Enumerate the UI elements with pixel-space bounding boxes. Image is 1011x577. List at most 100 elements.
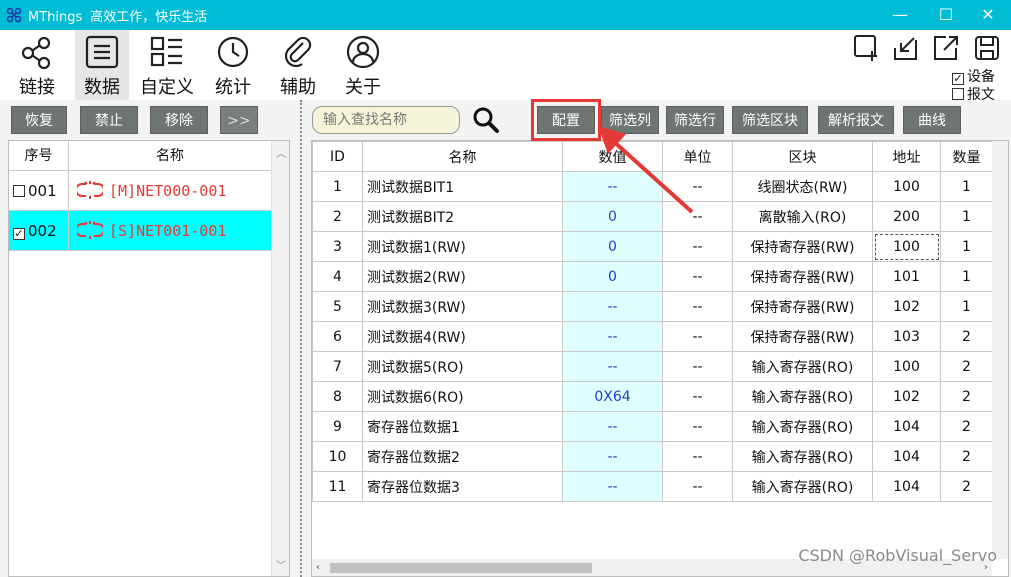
cell-value[interactable]: -- <box>562 441 663 472</box>
cell-block[interactable]: 线圈状态(RW) <box>732 171 873 202</box>
cell-value[interactable]: 0 <box>562 261 663 292</box>
cell-value[interactable]: -- <box>562 411 663 442</box>
scroll-left-icon[interactable]: ‹ <box>316 559 320 576</box>
cell-address[interactable]: 102 <box>872 291 941 322</box>
col-header-id[interactable]: ID <box>312 141 363 172</box>
cell-address[interactable]: 104 <box>872 471 941 502</box>
cell-name[interactable]: 寄存器位数据1 <box>362 411 563 442</box>
cell-unit[interactable]: -- <box>662 231 733 262</box>
cell-value[interactable]: -- <box>562 321 663 352</box>
cell-unit[interactable]: -- <box>662 321 733 352</box>
tab-about[interactable]: 关于 <box>336 30 390 100</box>
table-row[interactable]: 5 测试数据3(RW) -- -- 保持寄存器(RW) 102 1 <box>312 291 993 322</box>
cell-unit[interactable]: -- <box>662 441 733 472</box>
arrow-out-icon[interactable] <box>932 34 960 62</box>
pane-splitter[interactable] <box>300 100 303 577</box>
cell-count[interactable]: 2 <box>940 351 993 382</box>
cell-name[interactable]: 测试数据BIT1 <box>362 171 563 202</box>
cell-block[interactable]: 输入寄存器(RO) <box>732 411 873 442</box>
cell-count[interactable]: 2 <box>940 411 993 442</box>
cell-unit[interactable]: -- <box>662 291 733 322</box>
cell-count[interactable]: 2 <box>940 471 993 502</box>
cell-address[interactable]: 102 <box>872 381 941 412</box>
add-window-icon[interactable] <box>853 34 881 62</box>
cell-id[interactable]: 1 <box>312 171 363 202</box>
cell-count[interactable]: 1 <box>940 201 993 232</box>
hscroll-thumb[interactable] <box>330 563 592 573</box>
col-header-name[interactable]: 名称 <box>362 141 563 172</box>
table-row[interactable]: 8 测试数据6(RO) 0X64 -- 输入寄存器(RO) 102 2 <box>312 381 993 412</box>
cell-id[interactable]: 5 <box>312 291 363 322</box>
cell-block[interactable]: 保持寄存器(RW) <box>732 261 873 292</box>
tab-stats[interactable]: 统计 <box>206 30 260 100</box>
cell-block[interactable]: 保持寄存器(RW) <box>732 231 873 262</box>
cell-block[interactable]: 保持寄存器(RW) <box>732 321 873 352</box>
tab-assist[interactable]: 辅助 <box>271 30 325 100</box>
cell-name[interactable]: 测试数据5(RO) <box>362 351 563 382</box>
cell-count[interactable]: 2 <box>940 441 993 472</box>
device-row-checkbox[interactable] <box>13 185 25 197</box>
cell-name[interactable]: 测试数据1(RW) <box>362 231 563 262</box>
cell-name[interactable]: 测试数据6(RO) <box>362 381 563 412</box>
cell-unit[interactable]: -- <box>662 351 733 382</box>
table-row[interactable]: 3 测试数据1(RW) 0 -- 保持寄存器(RW) 100 1 <box>312 231 993 262</box>
col-header-count[interactable]: 数量 <box>940 141 993 172</box>
cell-id[interactable]: 2 <box>312 201 363 232</box>
cell-block[interactable]: 输入寄存器(RO) <box>732 381 873 412</box>
cell-address[interactable]: 100 <box>872 231 941 262</box>
arrow-in-icon[interactable] <box>892 34 920 62</box>
search-icon[interactable] <box>472 106 500 134</box>
cell-address[interactable]: 104 <box>872 411 941 442</box>
table-row[interactable]: 6 测试数据4(RW) -- -- 保持寄存器(RW) 103 2 <box>312 321 993 352</box>
cell-address[interactable]: 103 <box>872 321 941 352</box>
search-input[interactable]: 输入查找名称 <box>312 106 460 134</box>
cell-unit[interactable]: -- <box>662 411 733 442</box>
cell-name[interactable]: 测试数据2(RW) <box>362 261 563 292</box>
cell-count[interactable]: 1 <box>940 291 993 322</box>
tab-custom[interactable]: 自定义 <box>140 30 194 100</box>
cell-name[interactable]: 寄存器位数据3 <box>362 471 563 502</box>
maximize-button[interactable]: ☐ <box>923 0 969 30</box>
cell-count[interactable]: 2 <box>940 321 993 352</box>
cell-count[interactable]: 1 <box>940 231 993 262</box>
cell-value[interactable]: -- <box>562 351 663 382</box>
cell-name[interactable]: 测试数据3(RW) <box>362 291 563 322</box>
scroll-down-icon[interactable]: ﹀ <box>272 557 290 572</box>
device-row[interactable]: 001 [M]NET000-001 <box>9 171 271 211</box>
parse-message-button[interactable]: 解析报文 <box>818 106 894 134</box>
cell-id[interactable]: 10 <box>312 441 363 472</box>
cell-value[interactable]: 0 <box>562 231 663 262</box>
cell-count[interactable]: 1 <box>940 261 993 292</box>
table-row[interactable]: 4 测试数据2(RW) 0 -- 保持寄存器(RW) 101 1 <box>312 261 993 292</box>
table-row[interactable]: 10 寄存器位数据2 -- -- 输入寄存器(RO) 104 2 <box>312 441 993 472</box>
cell-block[interactable]: 离散输入(RO) <box>732 201 873 232</box>
expand-button[interactable]: >> <box>220 106 258 134</box>
table-row[interactable]: 11 寄存器位数据3 -- -- 输入寄存器(RO) 104 2 <box>312 471 993 502</box>
table-row[interactable]: 9 寄存器位数据1 -- -- 输入寄存器(RO) 104 2 <box>312 411 993 442</box>
option-message[interactable]: 报文 <box>952 84 995 104</box>
cell-name[interactable]: 测试数据4(RW) <box>362 321 563 352</box>
col-header-address[interactable]: 地址 <box>872 141 941 172</box>
cell-block[interactable]: 输入寄存器(RO) <box>732 471 873 502</box>
cell-name[interactable]: 测试数据BIT2 <box>362 201 563 232</box>
device-row[interactable]: ✓ 002 [S]NET001-001 <box>9 211 271 251</box>
cell-unit[interactable]: -- <box>662 261 733 292</box>
cell-block[interactable]: 输入寄存器(RO) <box>732 351 873 382</box>
cell-id[interactable]: 11 <box>312 471 363 502</box>
cell-address[interactable]: 100 <box>872 171 941 202</box>
table-row[interactable]: 7 测试数据5(RO) -- -- 输入寄存器(RO) 100 2 <box>312 351 993 382</box>
data-table-vscrollbar[interactable] <box>992 141 1008 559</box>
save-icon[interactable] <box>973 34 1001 62</box>
minimize-button[interactable]: — <box>877 0 923 30</box>
cell-id[interactable]: 6 <box>312 321 363 352</box>
option-device[interactable]: ✓ 设备 <box>952 66 995 86</box>
option-message-checkbox[interactable] <box>952 88 964 100</box>
cell-address[interactable]: 200 <box>872 201 941 232</box>
device-list-scrollbar[interactable]: ︿ ﹀ <box>271 141 289 576</box>
cell-value[interactable]: -- <box>562 291 663 322</box>
cell-value[interactable]: -- <box>562 471 663 502</box>
cell-address[interactable]: 100 <box>872 351 941 382</box>
cell-count[interactable]: 2 <box>940 381 993 412</box>
remove-button[interactable]: 移除 <box>150 106 208 134</box>
cell-address[interactable]: 104 <box>872 441 941 472</box>
